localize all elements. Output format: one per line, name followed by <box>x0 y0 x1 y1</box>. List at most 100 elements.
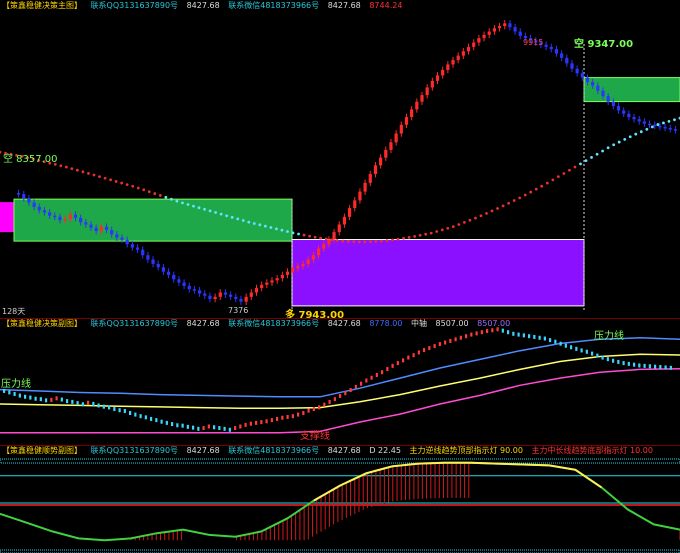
trend-dot <box>241 219 245 222</box>
channel-marker <box>549 338 552 343</box>
short-label-2: 空 9347.00 <box>574 39 634 50</box>
main-chart-contact-qq: 联系QQ3131637890号 <box>90 1 179 10</box>
candle-body <box>146 255 150 260</box>
channel-marker <box>333 397 336 402</box>
pressure-label-right: 压力线 <box>594 331 624 342</box>
trend-dot <box>142 188 146 192</box>
trend-dot <box>573 165 577 169</box>
channel-marker <box>176 423 179 428</box>
channel-marker <box>669 365 672 370</box>
long-zone-box <box>291 239 585 307</box>
candle-body <box>591 81 595 86</box>
main-chart-panel[interactable]: 【策鑫稳健决策主图】 联系QQ3131637890号 8427.68 联系微信4… <box>0 0 680 321</box>
candle-body <box>239 299 243 302</box>
trend-dot <box>612 143 616 147</box>
channel-marker <box>202 426 205 431</box>
channel-marker <box>291 414 294 419</box>
channel-marker <box>396 361 399 366</box>
candle-body <box>198 290 202 294</box>
channel-marker <box>60 397 63 402</box>
candle-body <box>477 38 481 43</box>
candle-body <box>254 288 259 293</box>
channel-marker <box>349 388 352 393</box>
candle-body <box>322 244 326 249</box>
channel-marker <box>181 423 184 428</box>
channel-marker <box>270 418 273 423</box>
candle-body <box>110 229 114 235</box>
channel-marker <box>213 425 216 430</box>
candle-body <box>182 282 186 286</box>
trend-dot <box>164 195 168 199</box>
channel-marker <box>475 331 478 336</box>
sub-chart-price-a: 8427.68 <box>186 319 220 328</box>
trend-dot <box>286 230 289 233</box>
candle-body <box>399 124 403 134</box>
channel-marker <box>659 365 662 370</box>
high-label: 9915 <box>523 38 544 47</box>
trend-dot <box>131 184 135 188</box>
trend-dot <box>396 237 400 241</box>
main-chart-price-a: 8427.68 <box>186 1 220 10</box>
trend-dot <box>214 211 218 214</box>
trend-dot <box>302 233 306 237</box>
trend-dot <box>451 225 455 229</box>
trend-indicator-panel[interactable]: 【策鑫稳健顺势副图】 联系QQ3131637890号 8427.68 联系微信4… <box>0 445 680 553</box>
channel-marker <box>622 361 625 366</box>
trend-dot <box>628 135 632 139</box>
trend-indicator-svg[interactable] <box>0 445 680 553</box>
main-chart-price-c: 8744.24 <box>369 1 403 10</box>
trend-dot <box>429 231 433 235</box>
oscillator-high-segment <box>313 461 603 502</box>
candle-body <box>192 289 197 291</box>
days-label: 128天 <box>2 307 26 316</box>
trend-dot <box>175 199 179 203</box>
candle-body <box>487 31 491 35</box>
candle-body <box>94 227 98 232</box>
candle-body <box>565 57 569 64</box>
sub-chart-svg[interactable] <box>0 318 680 445</box>
candle-body <box>673 129 678 131</box>
channel-marker <box>197 426 200 431</box>
candle-body <box>27 198 31 203</box>
trend-dot <box>147 190 151 194</box>
channel-marker <box>522 333 525 338</box>
candle-body <box>580 73 584 78</box>
candle-body <box>601 90 605 97</box>
channel-marker <box>365 378 368 383</box>
candle-body <box>622 110 626 114</box>
channel-marker <box>564 343 567 348</box>
trend-dot <box>70 167 74 171</box>
channel-marker <box>34 396 37 401</box>
candle-body <box>130 244 134 248</box>
channel-marker <box>265 419 268 424</box>
trend-dot <box>313 235 317 239</box>
channel-marker <box>123 409 126 414</box>
trend-dot <box>435 230 439 233</box>
sub-chart-panel[interactable]: 【策鑫稳健决策副图】 联系QQ3131637890号 8427.68 联系微信4… <box>0 318 680 445</box>
sub-chart-price-b: 8427.68 <box>327 319 361 328</box>
candle-body <box>461 51 465 56</box>
candle-body <box>384 149 388 158</box>
candle-body <box>410 109 414 118</box>
candle-body <box>311 255 315 260</box>
channel-marker <box>18 393 21 398</box>
trend-dot <box>568 168 571 172</box>
channel-marker <box>606 357 609 362</box>
trend-dot <box>595 152 599 156</box>
trend-dot <box>357 240 361 244</box>
channel-marker <box>596 353 599 358</box>
candle-body <box>430 80 434 88</box>
candle-body <box>280 274 284 279</box>
trend-dot <box>352 240 356 244</box>
channel-marker <box>134 412 137 417</box>
channel-marker <box>260 420 263 425</box>
channel-marker <box>192 425 195 430</box>
candle-body <box>456 55 460 61</box>
channel-marker <box>155 418 158 423</box>
top-stripe <box>0 458 680 464</box>
trend-dot <box>153 192 157 195</box>
channel-marker <box>139 414 142 419</box>
trend-dot <box>673 118 676 122</box>
candle-body <box>187 285 191 290</box>
candle-body <box>492 28 496 32</box>
